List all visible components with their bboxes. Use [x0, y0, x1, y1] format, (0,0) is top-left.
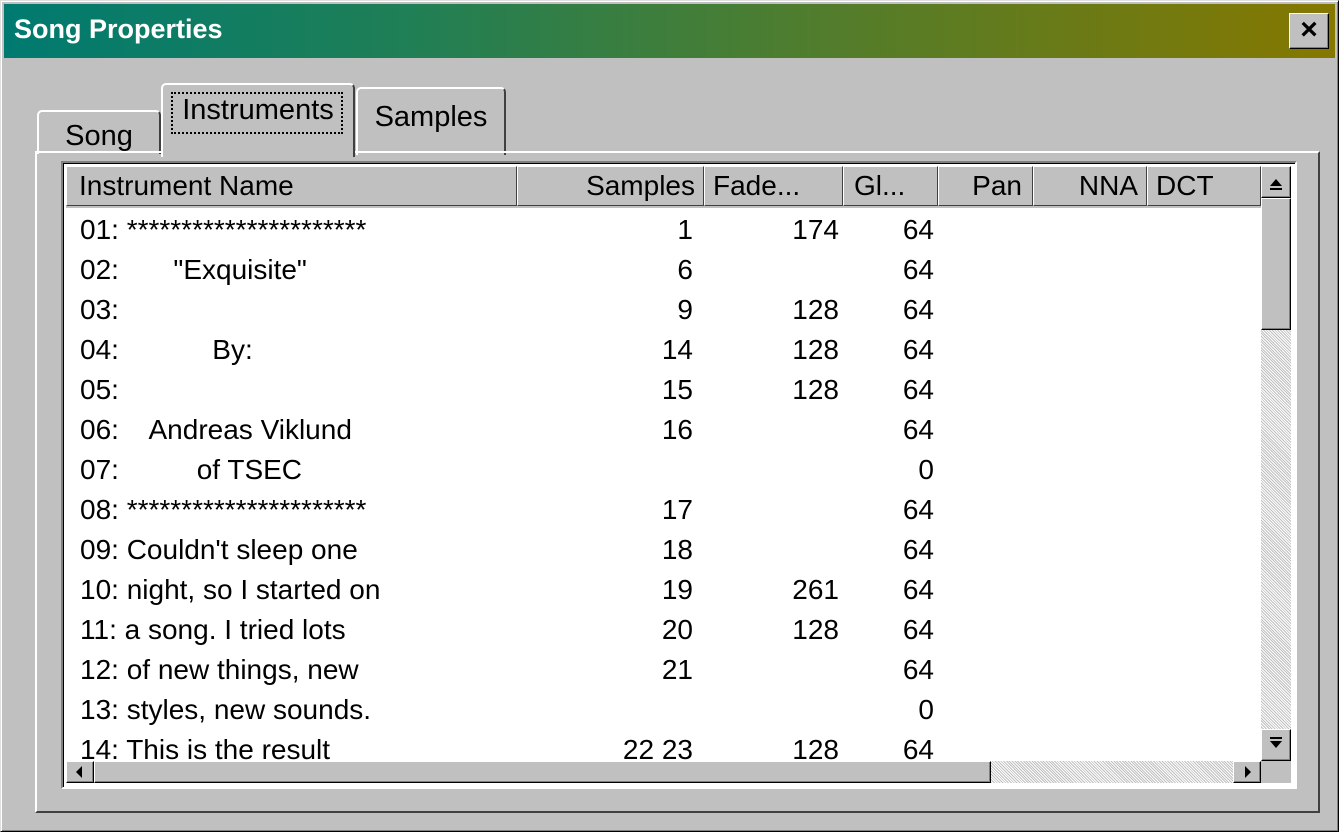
tab-instruments[interactable]: Instruments: [161, 83, 355, 157]
gl-cell: 64: [902, 654, 934, 685]
samples-cell: 20: [661, 614, 693, 645]
instrument-name-cell: 04: By:: [80, 334, 253, 365]
tab-samples-label: Samples: [374, 101, 488, 133]
scroll-left-button[interactable]: [66, 761, 94, 783]
instrument-name-cell: 10: night, so I started on: [80, 574, 381, 605]
table-row[interactable]: 01: ********************** 1 174 64: [66, 210, 1261, 250]
tab-song[interactable]: Song: [37, 110, 161, 154]
close-button[interactable]: ×: [1289, 13, 1329, 49]
instrument-name-cell: 12: of new things, new: [80, 654, 359, 685]
column-header-nna[interactable]: NNA: [1033, 166, 1147, 206]
table-row[interactable]: 06: Andreas Viklund 16 64: [66, 410, 1261, 450]
table-row[interactable]: 14: This is the result 22 23 128 64: [66, 730, 1261, 760]
samples-cell: 6: [677, 254, 693, 285]
vertical-scrollbar[interactable]: [1261, 166, 1291, 761]
gl-cell: 64: [902, 574, 934, 605]
right-arrow-icon: [1245, 766, 1251, 778]
instrument-name-cell: 07: of TSEC: [80, 454, 303, 485]
gl-cell: 0: [918, 454, 934, 485]
table-row[interactable]: 13: styles, new sounds. 0: [66, 690, 1261, 730]
gl-cell: 64: [902, 214, 934, 245]
horizontal-scrollbar[interactable]: [66, 761, 1261, 783]
fade-cell: 128: [792, 294, 839, 325]
title-bar[interactable]: Song Properties ×: [4, 4, 1335, 58]
table-row[interactable]: 12: of new things, new 21 64: [66, 650, 1261, 690]
gl-cell: 0: [918, 694, 934, 725]
fade-cell: 128: [792, 614, 839, 645]
tab-song-label: Song: [65, 120, 133, 152]
samples-cell: 22 23: [622, 734, 693, 760]
column-header-pan[interactable]: Pan: [938, 166, 1033, 206]
table-row[interactable]: 02: "Exquisite" 6 64: [66, 250, 1261, 290]
column-header-instrument-name[interactable]: Instrument Name: [66, 166, 517, 206]
instrument-name-cell: 13: styles, new sounds.: [80, 694, 372, 725]
instrument-name-cell: 08: **********************: [80, 494, 367, 525]
fade-cell: 128: [792, 334, 839, 365]
instrument-name-cell: 14: This is the result: [80, 734, 331, 760]
down-arrow-icon: [1270, 737, 1282, 748]
fade-cell: 128: [792, 734, 839, 760]
table-row[interactable]: 11: a song. I tried lots 20 128 64: [66, 610, 1261, 650]
gl-cell: 64: [902, 734, 934, 760]
table-row[interactable]: 03: 9 128 64: [66, 290, 1261, 330]
instrument-name-cell: 03:: [80, 294, 119, 325]
tab-samples[interactable]: Samples: [356, 87, 506, 155]
column-header-dct[interactable]: DCT: [1147, 166, 1261, 206]
fade-cell: 128: [792, 374, 839, 405]
gl-cell: 64: [902, 254, 934, 285]
list-rows: 01: ********************** 1 174 64 02: "Exq…: [66, 210, 1261, 760]
table-row[interactable]: 04: By: 14 128 64: [66, 330, 1261, 370]
column-header-fade[interactable]: Fade...: [704, 166, 843, 206]
horizontal-scroll-thumb[interactable]: [94, 761, 991, 783]
tab-instruments-label: Instruments: [182, 94, 334, 126]
song-properties-window: Song Properties × Song Instruments Sampl…: [0, 0, 1339, 832]
fade-cell: 174: [792, 214, 839, 245]
samples-cell: 18: [661, 534, 693, 565]
samples-cell: 21: [661, 654, 693, 685]
instrument-name-cell: 06: Andreas Viklund: [80, 414, 352, 445]
samples-cell: 14: [661, 334, 693, 365]
gl-cell: 64: [902, 294, 934, 325]
fade-cell: 261: [792, 574, 839, 605]
up-arrow-icon: [1270, 179, 1282, 190]
vertical-scroll-thumb[interactable]: [1261, 198, 1291, 330]
instrument-name-cell: 11: a song. I tried lots: [80, 614, 346, 645]
gl-cell: 64: [902, 494, 934, 525]
samples-cell: 1: [677, 214, 693, 245]
instrument-name-cell: 01: **********************: [80, 214, 367, 245]
scroll-up-button[interactable]: [1261, 166, 1291, 198]
table-row[interactable]: 07: of TSEC 0: [66, 450, 1261, 490]
scroll-down-button[interactable]: [1261, 729, 1291, 761]
gl-cell: 64: [902, 374, 934, 405]
gl-cell: 64: [902, 534, 934, 565]
column-header-gl[interactable]: Gl...: [843, 166, 938, 206]
samples-cell: 15: [661, 374, 693, 405]
instrument-list[interactable]: Instrument Name Samples Fade... Gl... Pa…: [61, 161, 1297, 789]
left-arrow-icon: [76, 766, 82, 778]
list-header: Instrument Name Samples Fade... Gl... Pa…: [66, 166, 1261, 208]
gl-cell: 64: [902, 414, 934, 445]
window-title: Song Properties: [14, 14, 223, 44]
samples-cell: 9: [677, 294, 693, 325]
instrument-name-cell: 05:: [80, 374, 119, 405]
instrument-name-cell: 09: Couldn't sleep one: [80, 534, 358, 565]
table-row[interactable]: 08: ********************** 17 64: [66, 490, 1261, 530]
scrollbar-corner: [1261, 761, 1291, 783]
table-row[interactable]: 09: Couldn't sleep one 18 64: [66, 530, 1261, 570]
table-row[interactable]: 10: night, so I started on 19 261 64: [66, 570, 1261, 610]
samples-cell: 19: [661, 574, 693, 605]
gl-cell: 64: [902, 334, 934, 365]
column-header-samples[interactable]: Samples: [517, 166, 704, 206]
gl-cell: 64: [902, 614, 934, 645]
close-icon: ×: [1300, 13, 1318, 46]
table-row[interactable]: 05: 15 128 64: [66, 370, 1261, 410]
instrument-name-cell: 02: "Exquisite": [80, 254, 307, 285]
samples-cell: 16: [661, 414, 693, 445]
scroll-right-button[interactable]: [1233, 761, 1261, 783]
samples-cell: 17: [661, 494, 693, 525]
